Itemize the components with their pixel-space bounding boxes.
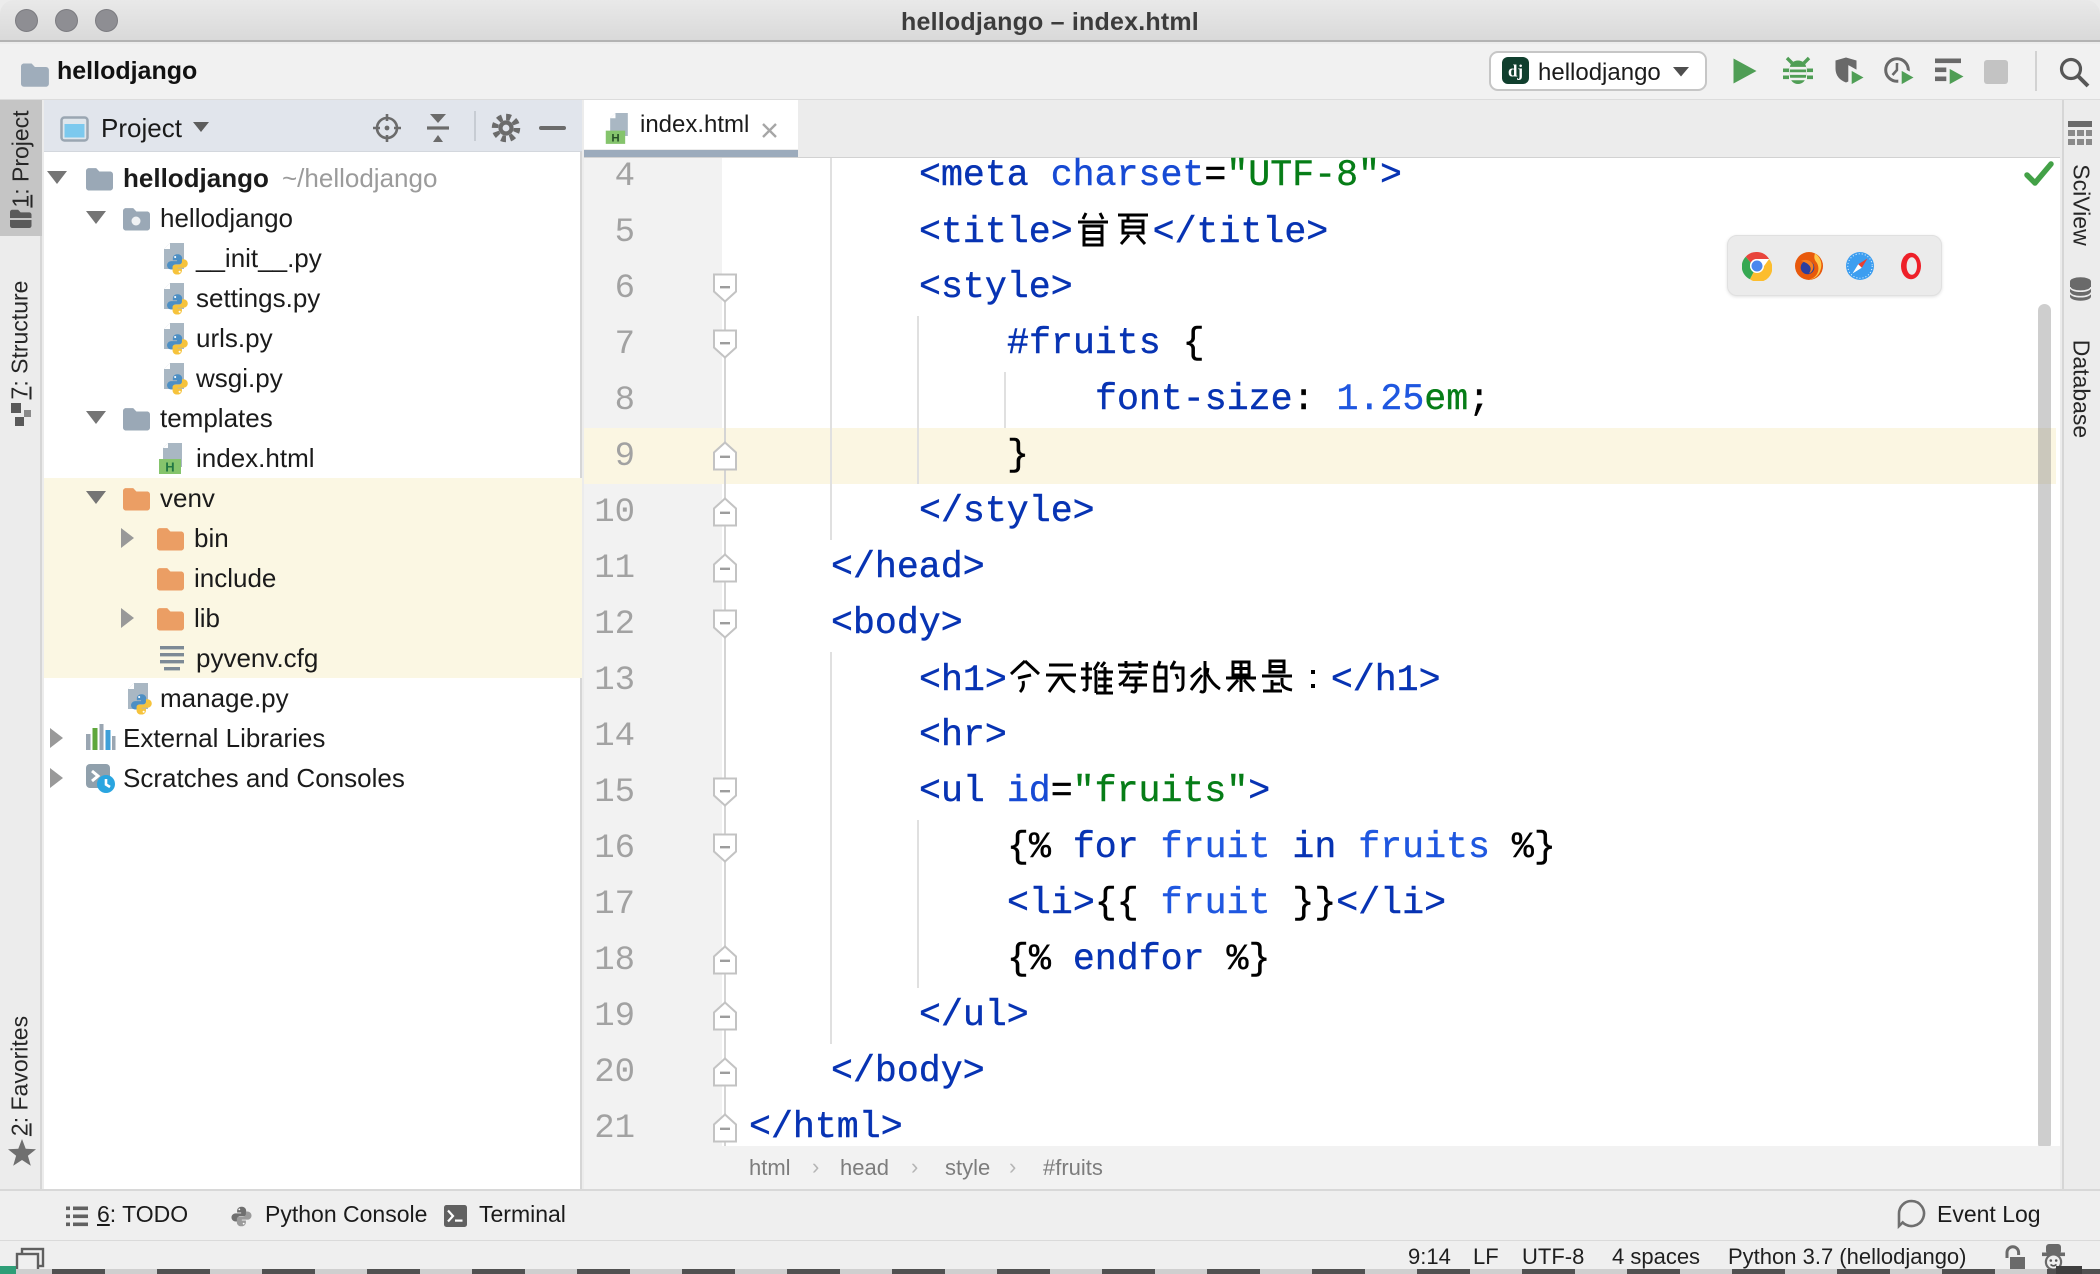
svg-text:dj: dj — [1508, 62, 1523, 81]
svg-text:H: H — [611, 133, 619, 145]
